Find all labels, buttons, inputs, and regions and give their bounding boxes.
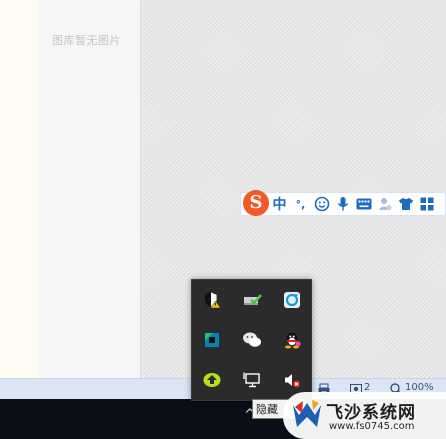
ime-keyboard-icon[interactable] [353, 194, 374, 214]
security-warning-icon[interactable] [192, 280, 232, 320]
ime-toolbox-icon[interactable] [416, 194, 437, 214]
browser-refresh-icon[interactable] [272, 280, 312, 320]
ime-skin-icon[interactable] [395, 194, 416, 214]
ime-account-icon[interactable] [374, 194, 395, 214]
tray-overflow-panel [191, 279, 312, 401]
watermark-logo-icon [293, 400, 321, 427]
wechat-icon[interactable] [232, 320, 272, 360]
gallery-panel [38, 0, 141, 378]
network-check-icon[interactable] [232, 280, 272, 320]
ime-chinese-mode[interactable]: 中 [269, 194, 290, 214]
display-icon[interactable] [232, 360, 272, 400]
download-sync-icon[interactable] [192, 360, 232, 400]
sogou-logo-icon[interactable]: S [243, 189, 269, 216]
qq-icon[interactable] [272, 320, 312, 360]
watermark: 飞沙系统网 www.fs0745.com [283, 392, 446, 439]
watermark-title: 飞沙系统网 [326, 403, 416, 423]
left-panel [0, 0, 39, 378]
ime-punctuation[interactable]: °, [290, 194, 311, 214]
ime-toolbar: S 中 °, [240, 189, 446, 216]
ime-emoji-icon[interactable] [311, 194, 332, 214]
app-cube-icon[interactable] [192, 320, 232, 360]
watermark-url: www.fs0745.com [329, 421, 415, 432]
gallery-empty-text: 图库暂无图片 [52, 34, 121, 47]
ime-voice-icon[interactable] [332, 194, 353, 214]
